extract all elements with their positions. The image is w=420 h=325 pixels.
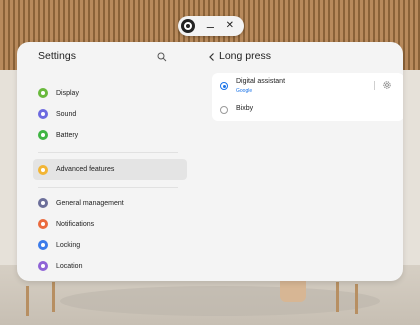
advanced-features-icon (38, 164, 48, 175)
window-controls: – ✕ (178, 16, 244, 36)
notifications-icon (38, 219, 48, 229)
option-bixby[interactable]: Bixby (212, 98, 403, 122)
settings-window: Settings Display Sound Battery Advanced … (17, 42, 403, 281)
rug (60, 286, 380, 316)
close-button[interactable]: ✕ (226, 21, 234, 31)
back-arrow-icon[interactable] (207, 52, 217, 62)
search-icon[interactable] (157, 52, 167, 62)
sidebar-item-label: Sound (56, 110, 77, 118)
display-icon (38, 88, 48, 98)
sidebar-item-notifications[interactable]: Notifications (33, 214, 187, 234)
detail-pane: Long press Digital assistant Google Bixb… (189, 42, 403, 281)
options-card: Digital assistant Google Bixby (212, 73, 403, 121)
sidebar: Settings Display Sound Battery Advanced … (17, 42, 187, 281)
sidebar-item-general-management[interactable]: General management (33, 193, 187, 213)
minimize-button[interactable]: – (207, 20, 214, 33)
radio-unselected[interactable] (220, 106, 228, 114)
chair-leg (26, 286, 29, 316)
page-title: Long press (219, 50, 271, 62)
sidebar-item-sound[interactable]: Sound (33, 104, 187, 124)
sidebar-item-label: Locking (56, 241, 81, 249)
general-management-icon (38, 198, 48, 208)
option-sublabel: Google (236, 88, 253, 94)
chair-leg (355, 284, 358, 314)
sidebar-item-label: Display (56, 89, 79, 97)
sidebar-title: Settings (38, 50, 76, 62)
sidebar-item-display[interactable]: Display (33, 83, 187, 103)
radio-selected[interactable] (220, 82, 228, 90)
option-label: Digital assistant (236, 78, 286, 85)
gear-icon[interactable] (382, 80, 392, 90)
locking-icon (38, 240, 48, 250)
sidebar-item-label: Battery (56, 131, 79, 139)
sidebar-item-label: Notifications (56, 220, 95, 228)
vertical-divider (374, 81, 375, 90)
sidebar-item-advanced-features[interactable]: Advanced features (33, 159, 187, 180)
app-settings-icon[interactable] (181, 19, 195, 33)
sidebar-item-location[interactable]: Location (33, 256, 187, 276)
option-label: Bixby (236, 105, 254, 112)
divider (38, 187, 178, 188)
sidebar-item-label: Location (56, 262, 83, 270)
sidebar-item-label: Advanced features (56, 166, 115, 173)
battery-icon (38, 130, 48, 140)
option-digital-assistant[interactable]: Digital assistant Google (212, 74, 403, 98)
sidebar-item-battery[interactable]: Battery (33, 125, 187, 145)
sound-icon (38, 109, 48, 119)
sidebar-item-locking[interactable]: Locking (33, 235, 187, 255)
divider (38, 152, 178, 153)
sidebar-item-label: General management (56, 199, 124, 207)
location-icon (38, 261, 48, 271)
chair-leg (336, 282, 339, 312)
chair-leg (52, 282, 55, 312)
